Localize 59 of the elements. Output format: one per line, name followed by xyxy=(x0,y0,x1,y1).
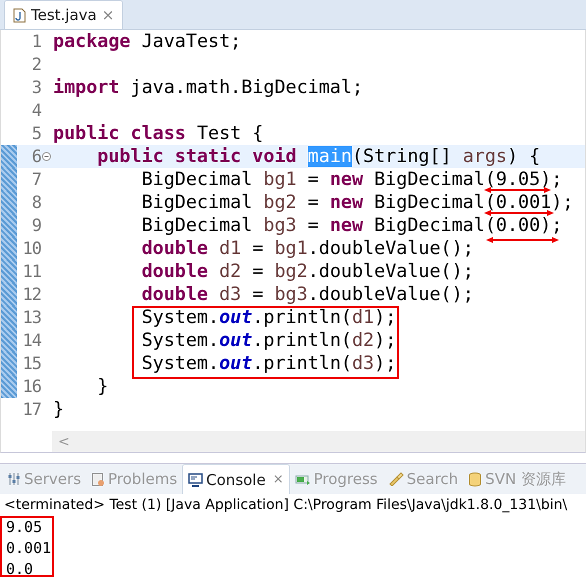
line-number: 16 xyxy=(22,378,41,394)
console-output-line: 0.001 xyxy=(6,538,52,559)
database-icon xyxy=(468,472,482,486)
line-number: 6 xyxy=(30,148,41,164)
line-number: 4 xyxy=(30,102,41,118)
line-number: 9 xyxy=(30,218,41,234)
tab-title: Test.java xyxy=(31,6,97,24)
line-number: 10 xyxy=(22,240,41,256)
process-status: <terminated> Test (1) [Java Application] C:\Program Files\Java\jdk1.8.0_131\bin\ xyxy=(3,496,568,515)
line-number: 11 xyxy=(22,264,41,280)
editor-tab[interactable]: Test.java × xyxy=(4,0,124,29)
view-tab[interactable]: Servers xyxy=(2,464,86,494)
line-number: 12 xyxy=(22,286,41,302)
code-line: import java.math.BigDecimal; xyxy=(52,80,364,95)
highlight-frame xyxy=(0,516,54,577)
code-line: } xyxy=(96,379,108,394)
double-arrow xyxy=(484,210,554,216)
close-icon[interactable]: × xyxy=(102,6,114,24)
code-line: double d1 = bg1.doubleValue(); xyxy=(140,241,474,256)
sliders-icon xyxy=(7,472,21,486)
code-line: public class Test { xyxy=(52,126,264,141)
code-line: BigDecimal bg2 = new BigDecimal(0.001); xyxy=(140,195,574,210)
line-number: 7 xyxy=(30,172,41,188)
code-line: public static void main(String[] args) { xyxy=(96,149,540,164)
line-number: 2 xyxy=(30,56,41,72)
flashlight-icon xyxy=(388,472,404,486)
double-arrow xyxy=(484,187,551,193)
view-tab[interactable]: SVN 资源库 xyxy=(463,464,571,494)
view-tab[interactable]: Search xyxy=(382,464,464,494)
code-line: System.out.println(d1); xyxy=(140,310,396,325)
code-line: double d2 = bg2.doubleValue(); xyxy=(140,264,474,279)
close-icon[interactable]: × xyxy=(272,472,284,487)
collapse-icon[interactable] xyxy=(42,152,51,161)
line-number: 15 xyxy=(22,356,41,372)
horizontal-scrollbar[interactable]: < xyxy=(52,431,585,452)
console-output-line: 9.05 xyxy=(6,517,42,538)
clipboard-icon xyxy=(91,472,106,486)
code-line: package JavaTest; xyxy=(52,34,242,49)
code-line: BigDecimal bg3 = new BigDecimal(0.00); xyxy=(140,218,562,233)
line-number: 13 xyxy=(22,310,41,326)
code-line: double d3 = bg3.doubleValue(); xyxy=(140,287,474,302)
code-line: } xyxy=(52,402,64,417)
line-number: 5 xyxy=(30,126,41,142)
code-line: System.out.println(d2); xyxy=(140,333,396,348)
line-number: 1 xyxy=(30,34,41,50)
java-file-icon xyxy=(13,8,26,22)
scroll-left-button[interactable]: < xyxy=(52,434,70,450)
line-number: 3 xyxy=(30,80,41,96)
line-number: 17 xyxy=(22,402,41,418)
line-number: 14 xyxy=(22,332,41,348)
line-number: 8 xyxy=(30,194,41,210)
view-tab[interactable]: Problems xyxy=(86,464,182,494)
progress-icon xyxy=(294,472,311,486)
view-tab[interactable]: Progress xyxy=(290,464,383,494)
monitor-icon xyxy=(188,472,204,486)
view-tab[interactable]: Console × xyxy=(182,464,290,494)
console-output-line: 0.0 xyxy=(6,559,34,580)
code-line: System.out.println(d3); xyxy=(140,356,396,371)
code-line: BigDecimal bg1 = new BigDecimal(9.05); xyxy=(140,172,562,187)
